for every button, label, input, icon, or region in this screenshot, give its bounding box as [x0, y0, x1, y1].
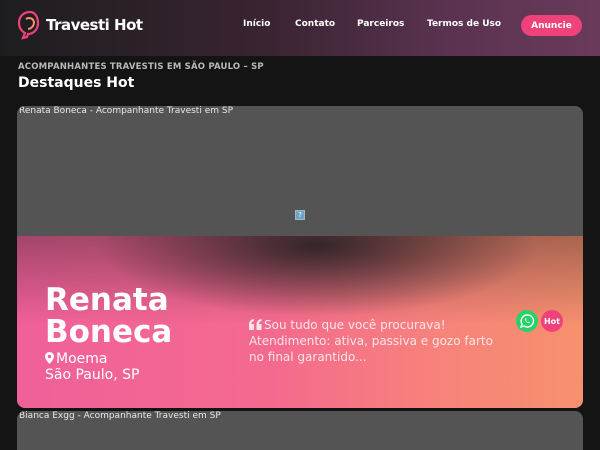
card-2-image-alt: Bianca Exgg - Acompanhante Travesti em S… — [19, 411, 221, 421]
section-kicker: ACOMPANHANTES TRAVESTIS EM SÃO PAULO – S… — [18, 62, 264, 72]
site-logo[interactable]: Travesti Hot — [16, 10, 143, 40]
site-header: Travesti Hot Início Contato Parceiros Te… — [0, 0, 600, 56]
card-city: São Paulo, SP — [45, 367, 140, 383]
card-image-alt: Renata Boneca - Acompanhante Travesti em… — [19, 106, 234, 116]
card-neighborhood: Moema — [56, 351, 108, 367]
hot-badge: Hot — [541, 310, 563, 332]
logo-text: Travesti Hot — [46, 16, 143, 34]
whatsapp-icon — [520, 314, 534, 328]
card-location: Moema São Paulo, SP — [45, 351, 139, 383]
anuncie-button[interactable]: Anuncie — [521, 15, 582, 36]
whatsapp-button[interactable] — [516, 310, 538, 332]
nav-link-contato[interactable]: Contato — [295, 19, 335, 29]
card-quote: Sou tudo que você procurava! Atendimento… — [249, 317, 494, 365]
card-name: Renata Boneca — [45, 282, 173, 350]
section-title: Destaques Hot — [18, 75, 135, 91]
card-quote-text: Sou tudo que você procurava! Atendimento… — [249, 318, 493, 364]
woman-profile-icon — [17, 10, 40, 40]
featured-card[interactable]: Renata Boneca - Acompanhante Travesti em… — [17, 106, 583, 408]
nav-link-termos[interactable]: Termos de Uso — [427, 19, 501, 29]
quote-icon — [249, 319, 262, 330]
broken-image-icon: ? — [295, 210, 305, 220]
map-pin-icon — [45, 352, 54, 364]
nav-link-parceiros[interactable]: Parceiros — [357, 19, 404, 29]
nav-link-inicio[interactable]: Início — [243, 19, 270, 29]
card-2[interactable]: Bianca Exgg - Acompanhante Travesti em S… — [17, 411, 583, 450]
